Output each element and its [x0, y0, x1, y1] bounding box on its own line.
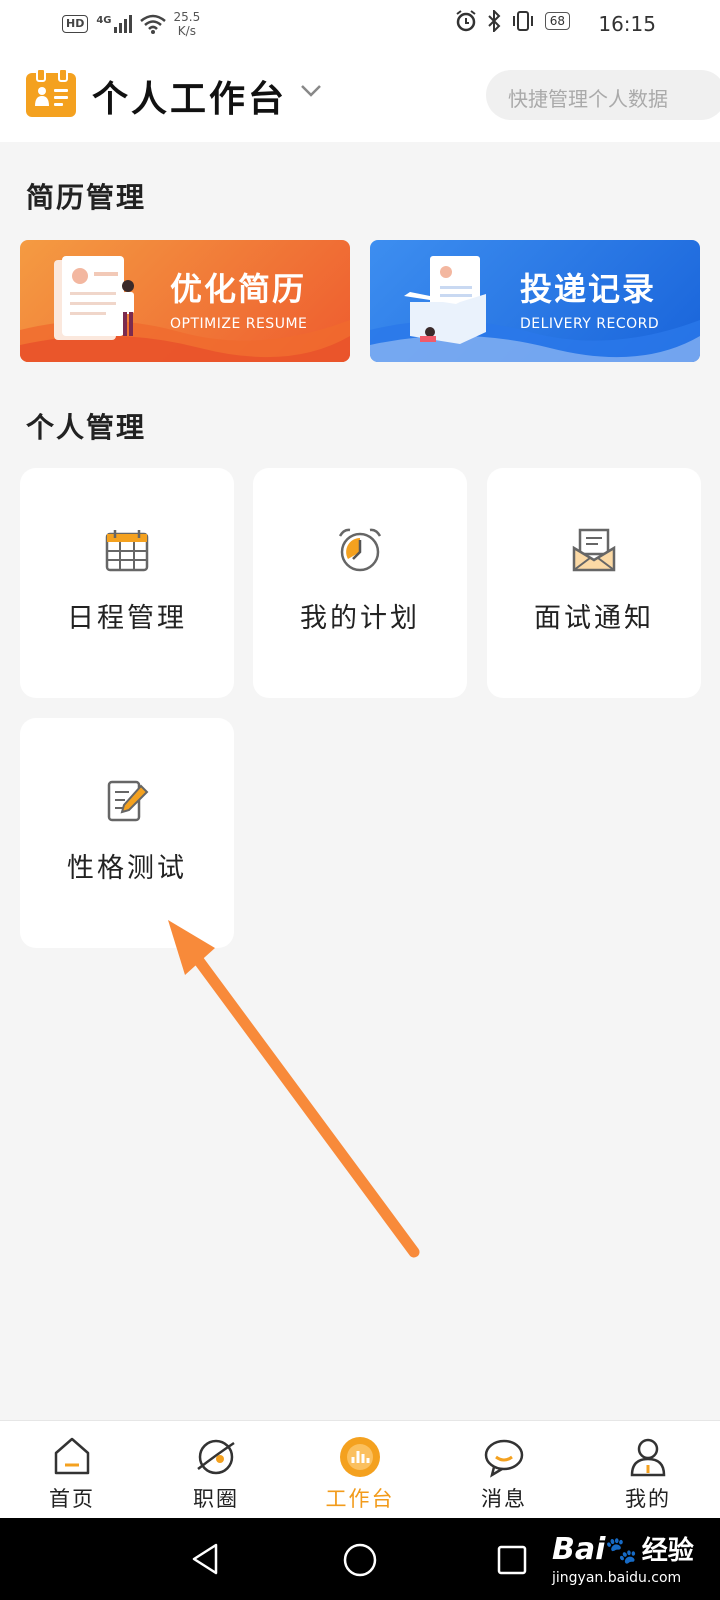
back-icon[interactable] [190, 1542, 222, 1576]
home-icon [54, 1437, 90, 1475]
recents-square-icon[interactable] [496, 1544, 528, 1576]
watermark-url: jingyan.baidu.com [552, 1570, 682, 1586]
watermark-brand: Bai [552, 1532, 606, 1567]
tab-circle[interactable]: 职圈 [144, 1421, 288, 1519]
tab-home[interactable]: 首页 [0, 1421, 144, 1519]
planet-icon [197, 1439, 235, 1475]
paw-icon: 🐾 [605, 1536, 638, 1566]
annotation-arrow-icon [168, 920, 420, 1258]
tab-label: 我的 [625, 1487, 671, 1511]
baidu-jingyan-watermark: Bai🐾 经验 jingyan.baidu.com [552, 1530, 694, 1586]
bottom-tab-bar: 首页 职圈 工作台 消息 我的 [0, 1420, 720, 1519]
chat-bubble-icon [484, 1439, 524, 1478]
user-icon [630, 1438, 666, 1477]
tab-label: 职圈 [193, 1487, 239, 1511]
tab-messages[interactable]: 消息 [432, 1421, 576, 1519]
tab-label: 工作台 [325, 1487, 395, 1511]
tab-label: 首页 [49, 1487, 95, 1511]
tab-label: 消息 [481, 1487, 527, 1511]
home-circle-icon[interactable] [342, 1542, 378, 1578]
tab-workbench[interactable]: 工作台 [288, 1421, 432, 1519]
tab-me[interactable]: 我的 [576, 1421, 720, 1519]
workbench-icon [340, 1437, 380, 1477]
watermark-brand-cn: 经验 [641, 1536, 694, 1566]
